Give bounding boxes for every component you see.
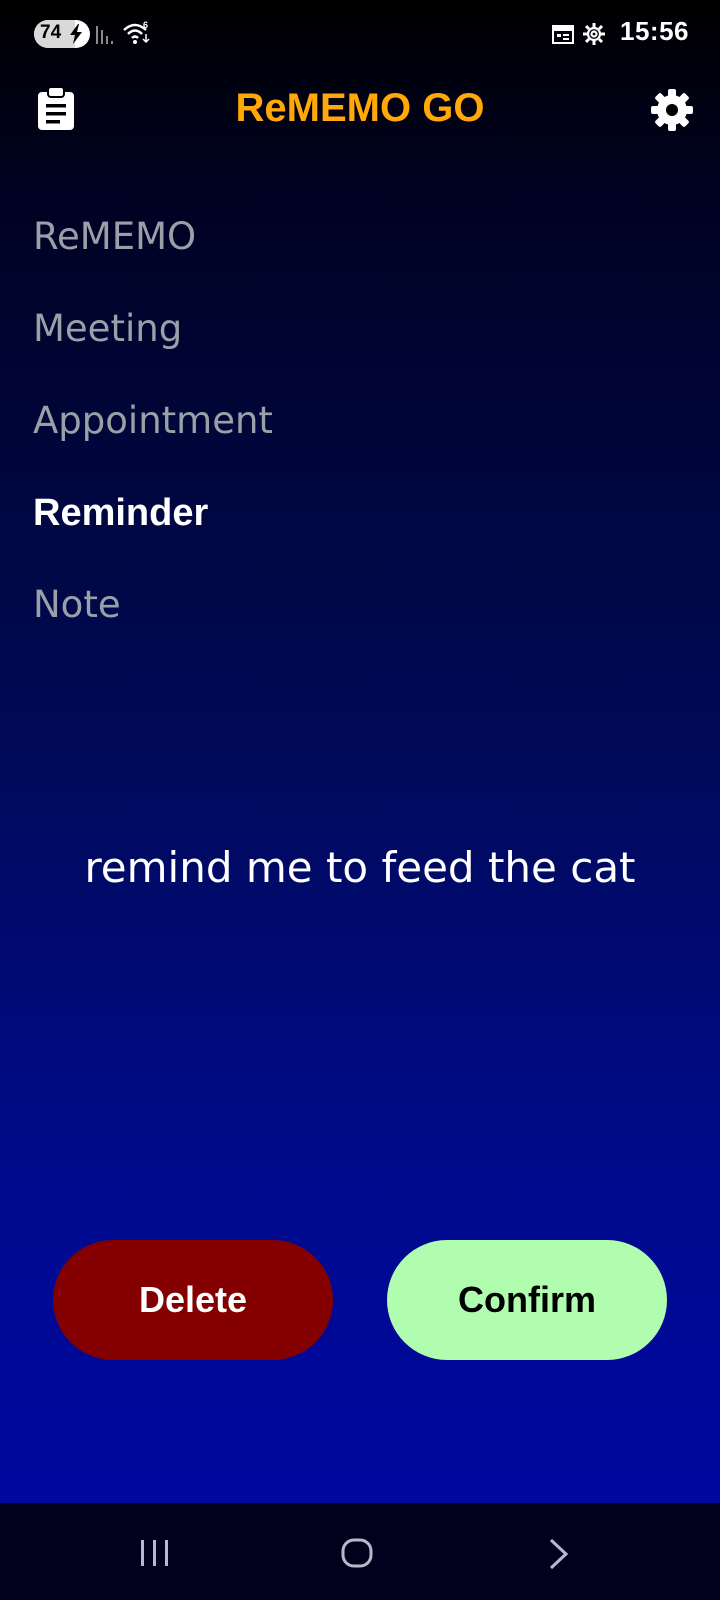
svg-text:6: 6 [143, 20, 148, 30]
home-icon[interactable] [340, 1537, 374, 1569]
wifi-icon: 6 [123, 20, 150, 44]
recents-icon[interactable] [138, 1538, 172, 1568]
category-item-note[interactable]: Note [33, 573, 273, 665]
delete-button[interactable]: Delete [53, 1240, 333, 1360]
signal-icon [96, 26, 113, 44]
status-clock: 15:56 [620, 16, 689, 46]
confirm-button[interactable]: Confirm [387, 1240, 667, 1360]
charging-bolt-icon [70, 24, 82, 44]
battery-level: 74 [40, 22, 62, 43]
battery-indicator: 74 [34, 20, 90, 48]
back-icon[interactable] [546, 1537, 572, 1571]
memo-text: remind me to feed the cat [84, 843, 636, 892]
status-bar: 74 6 15:56 [0, 0, 720, 68]
category-item-rememo[interactable]: ReMEMO [33, 205, 273, 297]
category-list: ReMEMO Meeting Appointment Reminder Note [33, 205, 273, 665]
category-item-meeting[interactable]: Meeting [33, 297, 273, 389]
gear-icon [583, 23, 605, 45]
calendar-icon [552, 25, 574, 44]
system-nav-bar [0, 1503, 720, 1600]
settings-gear-icon[interactable] [650, 88, 694, 132]
app-title: ReMEMO GO [235, 86, 485, 130]
category-item-reminder[interactable]: Reminder [33, 481, 273, 573]
category-item-appointment[interactable]: Appointment [33, 389, 273, 481]
